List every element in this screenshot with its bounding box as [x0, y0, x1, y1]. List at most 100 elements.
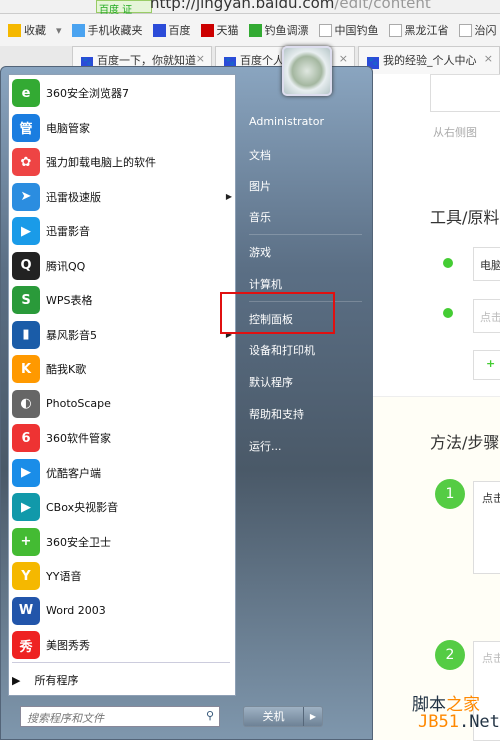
menu-item[interactable]: 游戏: [249, 244, 271, 260]
program-icon: ◐: [12, 389, 40, 418]
favorite-label: 收藏: [24, 24, 46, 37]
program-item[interactable]: 管电脑管家: [12, 111, 234, 145]
page-content: 从右侧图 工具/原料 电脑 点击 + 方法/步骤 1 点击 2 点击: [373, 74, 500, 741]
favorite-item[interactable]: 手机收藏夹: [71, 22, 143, 38]
close-tab-icon[interactable]: ×: [484, 52, 493, 65]
program-icon: Q: [12, 251, 40, 280]
program-label: 迅雷影音: [46, 225, 90, 238]
program-label: 迅雷极速版: [46, 190, 101, 204]
program-icon: ▶: [12, 493, 40, 521]
search-placeholder: 搜索程序和文件: [27, 712, 104, 725]
bullet: [443, 258, 453, 268]
url-field[interactable]: http://jingyan.baidu.com/edit/content: [150, 0, 431, 12]
program-list: e 360安全浏览器7 管电脑管家 ✿ 强力卸载电脑上的软件 ➤ 迅雷极速版 ▶ ▶ 迅雷影音 Q 腾…: [8, 74, 236, 696]
program-item[interactable]: ▶ CBox央视影音: [12, 490, 234, 524]
favorite-item[interactable]: 收藏: [8, 22, 46, 38]
image-box: [430, 74, 500, 112]
phone-icon: [71, 23, 85, 37]
shutdown-options-arrow-icon[interactable]: ▶: [304, 707, 322, 726]
favorite-item[interactable]: 天猫: [200, 22, 239, 38]
program-icon: ▮: [12, 320, 40, 349]
menu-item[interactable]: 设备和打印机: [249, 342, 315, 358]
user-name[interactable]: Administrator: [249, 115, 324, 128]
chevron-down-icon[interactable]: ▾: [56, 24, 62, 37]
menu-item[interactable]: 运行...: [249, 438, 282, 454]
program-label: 360软件管家: [46, 432, 111, 445]
tool-input[interactable]: 电脑: [473, 247, 500, 281]
program-item[interactable]: S WPS表格: [12, 283, 234, 317]
add-tool-button[interactable]: +: [473, 350, 500, 380]
menu-item[interactable]: 图片: [249, 178, 271, 194]
program-label: 360安全浏览器7: [46, 87, 129, 100]
shutdown-button[interactable]: 关机 ▶: [243, 706, 323, 727]
menu-item[interactable]: 帮助和支持: [249, 406, 304, 422]
tools-heading: 工具/原料: [430, 208, 500, 227]
tool-input[interactable]: 点击: [473, 299, 500, 333]
favorite-item[interactable]: 黑龙江省: [388, 22, 449, 38]
program-item[interactable]: Y YY语音: [12, 559, 234, 593]
divider: [249, 234, 362, 235]
program-item[interactable]: ✿ 强力卸载电脑上的软件: [12, 145, 234, 179]
program-icon: K: [12, 355, 40, 383]
program-label: 酷我K歌: [46, 363, 87, 376]
step-number: 1: [435, 479, 465, 509]
highlight-box: [220, 292, 335, 334]
address-bar[interactable]: 百度 证 http://jingyan.baidu.com/edit/conte…: [0, 0, 500, 16]
program-item[interactable]: W Word 2003: [12, 594, 234, 628]
favorite-item[interactable]: 治闪: [458, 22, 497, 38]
step-input[interactable]: 点击: [473, 481, 500, 574]
close-tab-icon[interactable]: ×: [196, 52, 205, 65]
favorite-item[interactable]: 中国钓鱼: [318, 22, 379, 38]
step-number: 2: [435, 640, 465, 670]
program-label: PhotoScape: [46, 397, 111, 410]
program-item[interactable]: Q 腾讯QQ: [12, 249, 234, 283]
program-item[interactable]: ▶ 优酷客户端: [12, 456, 234, 490]
program-label: 暴风影音5: [46, 328, 97, 342]
tab-experience[interactable]: 🐾 我的经验_个人中心 ×: [358, 46, 500, 74]
page-icon: [318, 23, 332, 37]
io-icon: [458, 23, 472, 37]
user-avatar[interactable]: [282, 46, 332, 96]
program-item[interactable]: ➤ 迅雷极速版 ▶: [12, 180, 234, 214]
all-programs-button[interactable]: ▶ 所有程序: [12, 672, 78, 688]
program-label: CBox央视影音: [46, 501, 119, 514]
search-icon[interactable]: ⚲: [206, 709, 214, 722]
program-item[interactable]: 6 360软件管家: [12, 421, 234, 455]
menu-item[interactable]: 文档: [249, 147, 271, 163]
program-label: Word 2003: [46, 604, 106, 617]
menu-item[interactable]: 计算机: [249, 276, 282, 292]
program-icon: W: [12, 596, 40, 625]
watermark-logo: JB51.Net: [418, 712, 500, 732]
program-label: 腾讯QQ: [46, 259, 86, 273]
menu-item[interactable]: 默认程序: [249, 374, 293, 390]
page-icon: [388, 23, 402, 37]
program-item[interactable]: ▮ 暴风影音5 ▶: [12, 318, 234, 352]
favorite-label: 钓鱼调漂: [264, 24, 309, 37]
search-input[interactable]: 搜索程序和文件 ⚲: [20, 706, 220, 727]
program-icon: 秀: [12, 631, 40, 659]
star-icon: [8, 23, 21, 37]
menu-item[interactable]: 音乐: [249, 209, 271, 225]
search-green-icon: [248, 23, 262, 37]
favorite-label: 治闪: [474, 24, 497, 37]
url-host: http://jingyan.baidu.com: [150, 0, 335, 12]
shutdown-label[interactable]: 关机: [244, 707, 304, 726]
account-badge[interactable]: 百度 证: [96, 0, 152, 16]
program-icon: e: [12, 79, 40, 107]
program-item[interactable]: +360安全卫士: [12, 525, 234, 559]
step-text: 点击: [482, 492, 500, 505]
program-icon: S: [12, 286, 40, 314]
submenu-arrow-icon[interactable]: ▶: [226, 192, 232, 201]
program-item[interactable]: ◐ PhotoScape: [12, 387, 234, 421]
favorite-item[interactable]: 钓鱼调漂: [248, 22, 309, 38]
program-icon: +: [12, 527, 40, 556]
method-heading: 方法/步骤: [430, 433, 500, 452]
program-item[interactable]: K 酷我K歌: [12, 352, 234, 386]
favorite-label: 黑龙江省: [404, 24, 449, 37]
program-item[interactable]: e 360安全浏览器7: [12, 76, 234, 110]
favorite-item[interactable]: 百度: [152, 22, 191, 38]
program-item[interactable]: 秀美图秀秀: [12, 628, 234, 662]
close-tab-icon[interactable]: ×: [339, 52, 348, 65]
program-icon: ▶: [12, 458, 40, 487]
program-item[interactable]: ▶ 迅雷影音: [12, 214, 234, 248]
